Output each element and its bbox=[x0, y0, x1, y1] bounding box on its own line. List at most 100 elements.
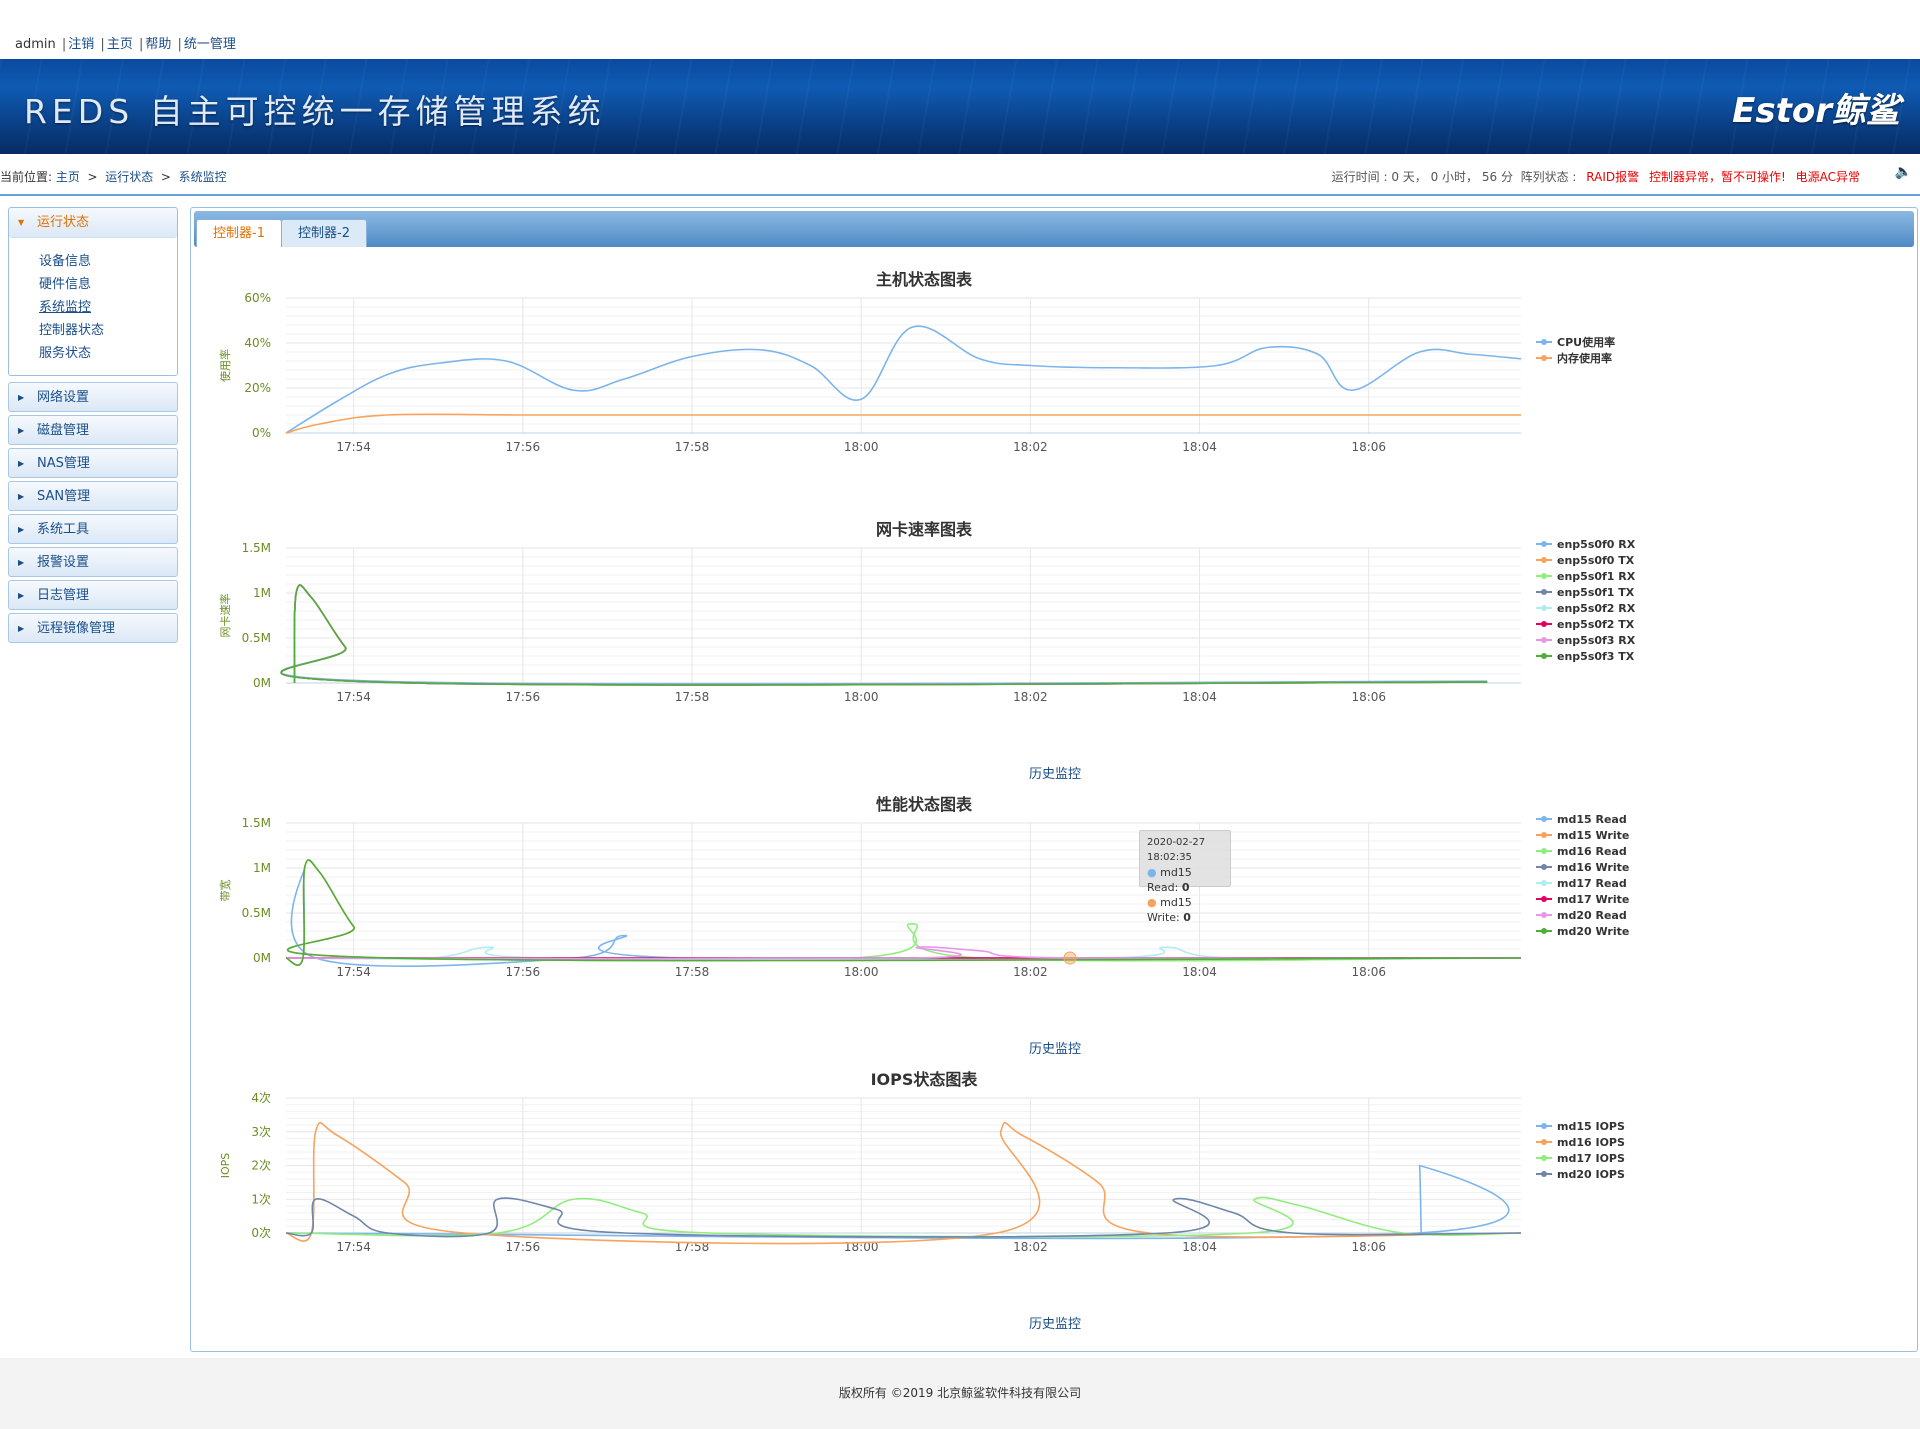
array-status-label: 阵列状态 : bbox=[1520, 170, 1577, 184]
series-line bbox=[280, 584, 1488, 686]
breadcrumb-status[interactable]: 运行状态 bbox=[105, 170, 153, 184]
history-link-nic[interactable]: 历史监控 bbox=[1029, 763, 1081, 782]
speaker-icon[interactable]: 🔈 bbox=[1895, 164, 1912, 180]
legend-marker bbox=[1541, 832, 1547, 838]
sidebar-item-device-info[interactable]: 设备信息 bbox=[39, 250, 177, 273]
x-tick-label: 17:54 bbox=[336, 690, 371, 704]
legend-marker bbox=[1541, 864, 1547, 870]
legend-marker bbox=[1541, 912, 1547, 918]
help-link[interactable]: 帮助 bbox=[145, 37, 171, 52]
legend-marker bbox=[1541, 589, 1547, 595]
tab-controller-1[interactable]: 控制器-1 bbox=[196, 219, 282, 247]
y-tick-label: 1.5M bbox=[242, 541, 271, 555]
y-tick-label: 60% bbox=[244, 291, 271, 305]
sidebar-item-hardware-info[interactable]: 硬件信息 bbox=[39, 273, 177, 296]
y-tick-label: 1.5M bbox=[242, 816, 271, 830]
main-panel: 控制器-1 控制器-2 主机状态图表 17:54 17:56 17:58 18:00 1… bbox=[190, 207, 1918, 1352]
menu-tools[interactable]: ▶ 系统工具 bbox=[8, 514, 178, 544]
location-bar: 当前位置: 主页 > 运行状态 > 系统监控 运行时间 : 0 天， 0 小时，… bbox=[0, 154, 1920, 196]
legend-label: md15 IOPS bbox=[1557, 1120, 1625, 1133]
legend-label: md17 Write bbox=[1557, 893, 1629, 906]
legend-label: md16 IOPS bbox=[1557, 1136, 1625, 1149]
chart-performance: 17:54 17:56 17:58 18:00 18:02 18:04 18:06 0M 0.5… bbox=[218, 813, 1629, 979]
menu-remote-mirror[interactable]: ▶ 远程镜像管理 bbox=[8, 613, 178, 643]
unified-manage-link[interactable]: 统一管理 bbox=[184, 37, 236, 52]
legend-marker bbox=[1541, 557, 1547, 563]
x-tick-label: 18:04 bbox=[1182, 1240, 1217, 1254]
menu-log[interactable]: ▶ 日志管理 bbox=[8, 580, 178, 610]
chart-tooltip: 2020-02-27 18:02:35 ● md15 Read: 0 ● md1… bbox=[1139, 830, 1231, 924]
legend-marker bbox=[1541, 816, 1547, 822]
legend-marker bbox=[1541, 573, 1547, 579]
legend-marker bbox=[1541, 880, 1547, 886]
legend-label: md16 Read bbox=[1557, 845, 1627, 858]
menu-alarm[interactable]: ▶ 报警设置 bbox=[8, 547, 178, 577]
x-tick-label: 18:06 bbox=[1351, 440, 1386, 454]
x-tick-label: 17:58 bbox=[675, 965, 710, 979]
sidebar-item-controller-status[interactable]: 控制器状态 bbox=[39, 319, 177, 342]
sidebar: ▼ 运行状态 设备信息 硬件信息 系统监控 控制器状态 服务状态 ▶ 网络设置 ▶ 磁… bbox=[8, 207, 178, 646]
caret-right-icon: ▶ bbox=[18, 459, 25, 468]
y-tick-label: 4次 bbox=[251, 1091, 271, 1105]
history-link-perf[interactable]: 历史监控 bbox=[1029, 1038, 1081, 1057]
x-tick-label: 18:02 bbox=[1013, 1240, 1048, 1254]
y-tick-label: 0M bbox=[253, 676, 271, 690]
sidebar-item-service-status[interactable]: 服务状态 bbox=[39, 342, 177, 365]
hover-marker bbox=[1063, 951, 1077, 965]
y-tick-label: 0% bbox=[252, 426, 271, 440]
series-line bbox=[280, 584, 1488, 686]
y-axis-label: IOPS bbox=[219, 1153, 232, 1179]
menu-network[interactable]: ▶ 网络设置 bbox=[8, 382, 178, 412]
series-line bbox=[280, 584, 1488, 686]
y-tick-label: 2次 bbox=[251, 1159, 271, 1173]
runtime-text: 运行时间 : 0 天， 0 小时， 56 分 bbox=[1331, 170, 1513, 184]
legend-marker bbox=[1541, 1171, 1547, 1177]
series-line bbox=[280, 584, 1488, 686]
home-link[interactable]: 主页 bbox=[107, 37, 133, 52]
sidebar-item-system-monitor[interactable]: 系统监控 bbox=[39, 296, 177, 319]
x-tick-label: 17:56 bbox=[506, 1240, 541, 1254]
breadcrumb: 当前位置: 主页 > 运行状态 > 系统监控 bbox=[0, 170, 227, 184]
breadcrumb-monitor[interactable]: 系统监控 bbox=[179, 170, 227, 184]
x-tick-label: 17:56 bbox=[506, 690, 541, 704]
breadcrumb-home[interactable]: 主页 bbox=[56, 170, 80, 184]
legend-marker bbox=[1541, 848, 1547, 854]
logout-link[interactable]: 注销 bbox=[68, 37, 94, 52]
legend-label: md20 IOPS bbox=[1557, 1168, 1625, 1181]
legend-label: enp5s0f0 TX bbox=[1557, 554, 1635, 567]
menu-head-running-status[interactable]: ▼ 运行状态 bbox=[9, 208, 177, 238]
x-tick-label: 18:06 bbox=[1351, 965, 1386, 979]
legend-label: enp5s0f1 RX bbox=[1557, 570, 1636, 583]
legend-marker bbox=[1541, 896, 1547, 902]
x-tick-label: 18:06 bbox=[1351, 1240, 1386, 1254]
y-axis-label: 带宽 bbox=[218, 880, 232, 902]
legend-label: CPU使用率 bbox=[1557, 335, 1615, 349]
legend-label: md15 Read bbox=[1557, 813, 1627, 826]
top-link-bar: admin | 注销 | 主页 | 帮助 | 统一管理 bbox=[0, 0, 1920, 59]
menu-disk[interactable]: ▶ 磁盘管理 bbox=[8, 415, 178, 445]
series-line bbox=[280, 584, 1488, 686]
x-tick-label: 17:56 bbox=[506, 440, 541, 454]
legend-label: md17 IOPS bbox=[1557, 1152, 1625, 1165]
legend-marker bbox=[1541, 605, 1547, 611]
x-tick-label: 18:04 bbox=[1182, 440, 1217, 454]
x-tick-label: 18:02 bbox=[1013, 965, 1048, 979]
series-line bbox=[285, 922, 1522, 962]
caret-right-icon: ▶ bbox=[18, 591, 25, 600]
legend-marker bbox=[1541, 339, 1547, 345]
tab-controller-2[interactable]: 控制器-2 bbox=[281, 219, 367, 247]
series-line bbox=[280, 584, 1488, 686]
menu-san[interactable]: ▶ SAN管理 bbox=[8, 481, 178, 511]
y-tick-label: 0M bbox=[253, 951, 271, 965]
x-tick-label: 17:54 bbox=[336, 440, 371, 454]
y-tick-label: 3次 bbox=[251, 1125, 271, 1139]
system-title: REDS 自主可控统一存储管理系统 bbox=[24, 92, 606, 131]
series-line bbox=[285, 1121, 1522, 1245]
x-tick-label: 18:06 bbox=[1351, 690, 1386, 704]
y-tick-label: 0次 bbox=[251, 1226, 271, 1240]
history-link-iops[interactable]: 历史监控 bbox=[1029, 1313, 1081, 1332]
x-tick-label: 17:56 bbox=[506, 965, 541, 979]
caret-right-icon: ▶ bbox=[18, 558, 25, 567]
menu-nas[interactable]: ▶ NAS管理 bbox=[8, 448, 178, 478]
series-line bbox=[285, 1197, 1522, 1238]
